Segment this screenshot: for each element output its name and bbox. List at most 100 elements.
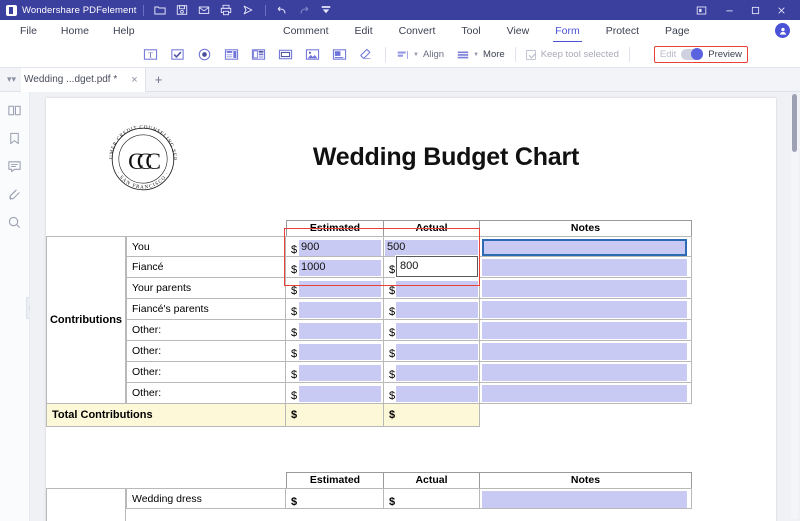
- menu-item-home[interactable]: Home: [49, 20, 101, 42]
- comments-panel-icon[interactable]: [6, 157, 24, 175]
- estimated-field[interactable]: [299, 280, 381, 297]
- estimated-cell[interactable]: $: [286, 383, 384, 404]
- tab-convert[interactable]: Convert: [386, 20, 449, 42]
- notes-cell[interactable]: [480, 320, 692, 341]
- actual-cell[interactable]: $: [384, 383, 480, 404]
- notes-field[interactable]: [482, 239, 687, 256]
- actual-field[interactable]: [396, 322, 478, 339]
- scrollbar-thumb[interactable]: [792, 94, 797, 152]
- estimated-cell[interactable]: $: [286, 341, 384, 362]
- notes-field[interactable]: [482, 491, 687, 508]
- notes-cell[interactable]: [480, 278, 692, 299]
- actual-cell[interactable]: 500: [384, 236, 480, 257]
- actual-cell[interactable]: $: [384, 362, 480, 383]
- more-button[interactable]: ▼ More: [456, 48, 505, 62]
- print-icon[interactable]: [220, 4, 233, 17]
- estimated-field[interactable]: 900: [299, 239, 381, 256]
- signature-field-tool[interactable]: [331, 46, 348, 63]
- notes-cell[interactable]: [480, 341, 692, 362]
- estimated-field[interactable]: [299, 301, 381, 318]
- edit-preview-toggle-group[interactable]: Edit Preview: [653, 46, 749, 63]
- actual-field[interactable]: [396, 343, 478, 360]
- estimated-cell[interactable]: $: [286, 299, 384, 320]
- close-tab-icon[interactable]: ×: [131, 74, 137, 86]
- new-tab-button[interactable]: +: [146, 72, 172, 87]
- estimated-cell[interactable]: $: [286, 362, 384, 383]
- more-tools-icon[interactable]: [320, 4, 333, 17]
- email-icon[interactable]: [198, 4, 211, 17]
- tab-view[interactable]: View: [494, 20, 543, 42]
- menu-item-file[interactable]: File: [8, 20, 49, 42]
- estimated-cell[interactable]: $ 1000: [286, 257, 384, 278]
- check-box-tool[interactable]: [169, 46, 186, 63]
- erase-tool[interactable]: [358, 46, 375, 63]
- total-actual-cell[interactable]: $: [384, 404, 480, 427]
- actual-cell[interactable]: $ 800: [384, 256, 480, 278]
- combo-box-tool[interactable]: [223, 46, 240, 63]
- attachments-panel-icon[interactable]: [6, 185, 24, 203]
- align-button[interactable]: ▼ Align: [396, 48, 444, 62]
- radio-button-tool[interactable]: [196, 46, 213, 63]
- actual-cell[interactable]: $: [384, 299, 480, 320]
- tab-comment[interactable]: Comment: [270, 20, 342, 42]
- notes-cell[interactable]: [480, 236, 692, 257]
- actual-field[interactable]: [396, 301, 478, 318]
- actual-cell[interactable]: $: [384, 278, 480, 299]
- estimated-cell[interactable]: $: [286, 320, 384, 341]
- tab-protect[interactable]: Protect: [593, 20, 652, 42]
- close-icon[interactable]: [768, 0, 794, 20]
- actual-field[interactable]: [396, 492, 478, 508]
- keep-tool-selected-checkbox[interactable]: Keep tool selected: [525, 49, 619, 60]
- estimated-cell[interactable]: $: [286, 278, 384, 299]
- notes-field[interactable]: [482, 280, 687, 297]
- actual-cell[interactable]: $: [384, 341, 480, 362]
- total-estimated-cell[interactable]: $: [286, 404, 384, 427]
- restore-layout-icon[interactable]: [686, 0, 716, 20]
- notes-field[interactable]: [482, 343, 687, 360]
- chevron-double-down-icon[interactable]: ▾▾: [0, 74, 21, 85]
- undo-icon[interactable]: [276, 4, 289, 17]
- user-avatar[interactable]: [775, 23, 790, 38]
- share-icon[interactable]: [242, 4, 255, 17]
- estimated-cell[interactable]: $ 900: [286, 236, 384, 257]
- bookmarks-panel-icon[interactable]: [6, 129, 24, 147]
- notes-field[interactable]: [482, 364, 687, 381]
- tab-page[interactable]: Page: [652, 20, 703, 42]
- vertical-scrollbar[interactable]: [791, 94, 798, 519]
- document-tab[interactable]: Wedding ...dget.pdf * ×: [21, 67, 146, 92]
- estimated-field[interactable]: 1000: [299, 259, 381, 276]
- estimated-field[interactable]: [299, 364, 381, 381]
- notes-cell[interactable]: [480, 362, 692, 383]
- notes-field[interactable]: [482, 385, 687, 402]
- actual-field[interactable]: [396, 280, 478, 297]
- menu-item-help[interactable]: Help: [101, 20, 147, 42]
- text-field-tool[interactable]: T: [142, 46, 159, 63]
- notes-field[interactable]: [482, 259, 687, 276]
- redo-icon[interactable]: [298, 4, 311, 17]
- notes-cell[interactable]: [480, 257, 692, 278]
- notes-cell[interactable]: [480, 488, 692, 509]
- document-viewport[interactable]: CONSUMER CREDIT COUNSELING SERVICE · SAN…: [30, 92, 800, 521]
- notes-cell[interactable]: [480, 383, 692, 404]
- actual-field-active[interactable]: 800: [396, 256, 478, 277]
- search-panel-icon[interactable]: [6, 213, 24, 231]
- actual-cell[interactable]: $: [384, 320, 480, 341]
- thumbnails-panel-icon[interactable]: [6, 101, 24, 119]
- tab-edit[interactable]: Edit: [342, 20, 386, 42]
- actual-cell[interactable]: $: [384, 488, 480, 509]
- estimated-cell[interactable]: $: [286, 488, 384, 509]
- notes-field[interactable]: [482, 301, 687, 318]
- actual-field[interactable]: [396, 385, 478, 402]
- push-button-tool[interactable]: [277, 46, 294, 63]
- maximize-icon[interactable]: [742, 0, 768, 20]
- notes-field[interactable]: [482, 322, 687, 339]
- tab-tool[interactable]: Tool: [448, 20, 493, 42]
- tab-form[interactable]: Form: [542, 20, 593, 42]
- actual-field[interactable]: 500: [385, 239, 478, 256]
- save-icon[interactable]: [176, 4, 189, 17]
- estimated-field[interactable]: [299, 492, 381, 508]
- minimize-icon[interactable]: [716, 0, 742, 20]
- actual-field[interactable]: [396, 364, 478, 381]
- open-folder-icon[interactable]: [154, 4, 167, 17]
- list-box-tool[interactable]: [250, 46, 267, 63]
